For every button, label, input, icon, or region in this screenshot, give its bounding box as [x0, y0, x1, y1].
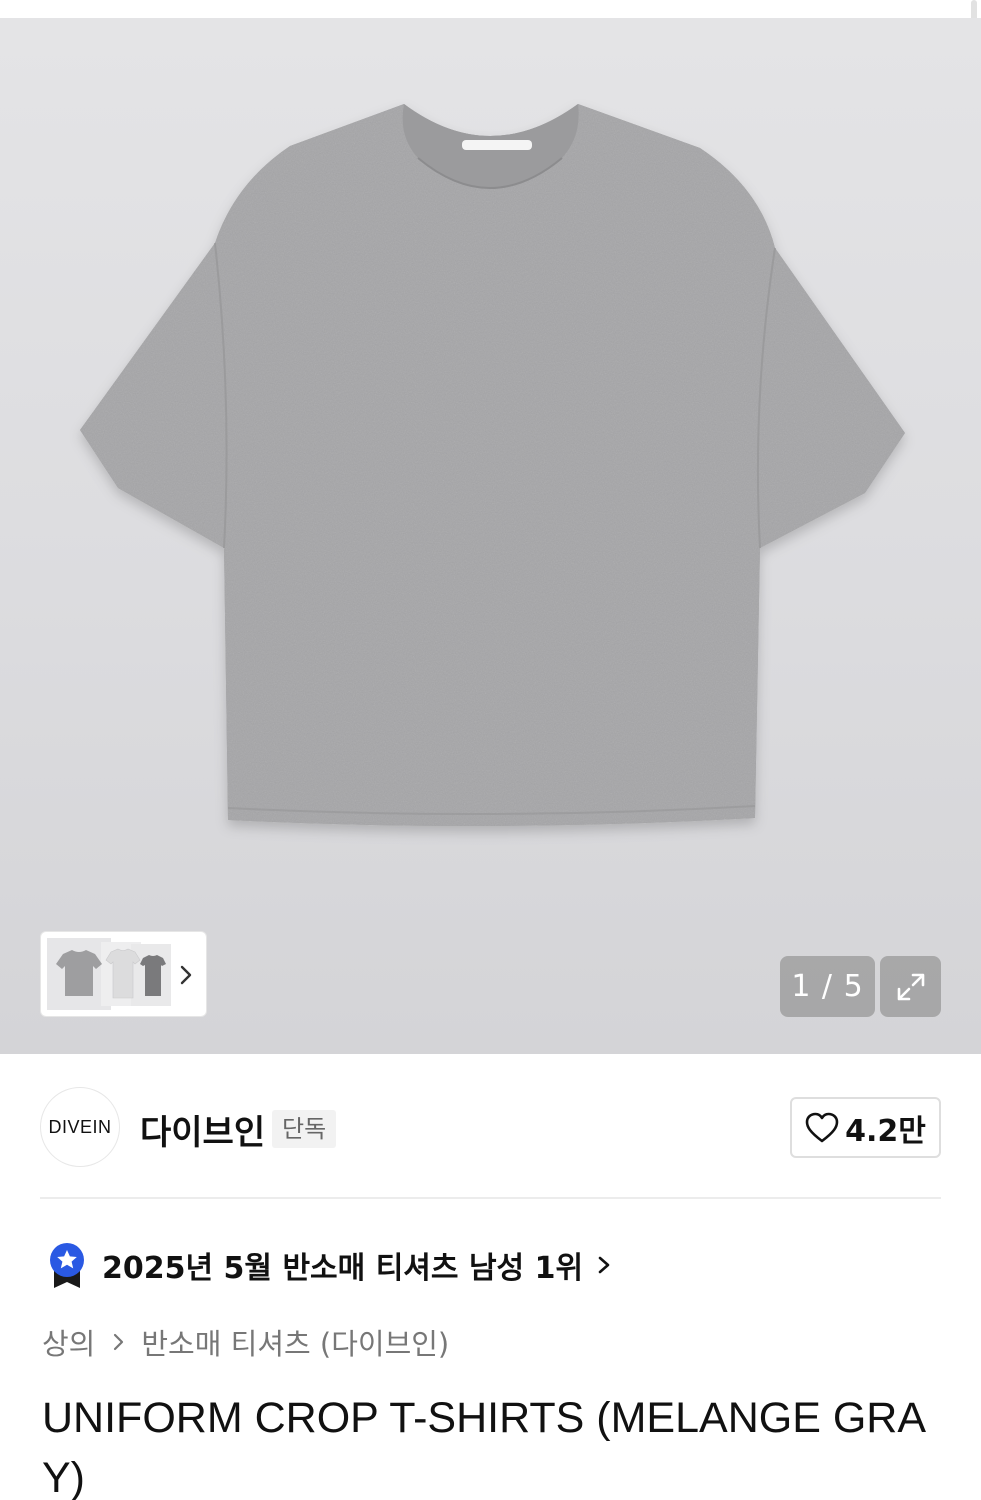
ranking-text: 2025년 5월 반소매 티셔츠 남성 1위 [102, 1251, 584, 1286]
fullscreen-button[interactable] [880, 956, 941, 1017]
image-counter: 1 / 5 [780, 956, 875, 1017]
brand-name[interactable]: 다이브인 [140, 1105, 265, 1154]
breadcrumb: 상의 반소매 티셔츠 (다이브인) [42, 1322, 449, 1362]
like-count: 4.2만 [845, 1113, 926, 1149]
product-gallery[interactable]: 1 / 5 [0, 18, 981, 1054]
thumbnail-strip[interactable] [40, 931, 207, 1017]
chevron-right-icon[interactable] [175, 960, 197, 990]
thumbnail-stack[interactable] [47, 938, 171, 1010]
breadcrumb-subcategory[interactable]: 반소매 티셔츠 (다이브인) [141, 1321, 449, 1363]
product-image [80, 104, 905, 827]
brand-row: DIVEIN 다이브인 단독 4.2만 [40, 1087, 941, 1167]
exclusive-badge: 단독 [272, 1110, 337, 1148]
breadcrumb-category[interactable]: 상의 [42, 1321, 95, 1363]
chevron-right-icon [598, 1256, 610, 1274]
divider [40, 1197, 941, 1199]
ranking-badge-icon [50, 1243, 84, 1288]
ranking-banner[interactable]: 2025년 5월 반소매 티셔츠 남성 1위 [42, 1240, 615, 1290]
brand-logo[interactable]: DIVEIN [40, 1087, 120, 1167]
top-strip [0, 0, 981, 18]
chevron-right-icon [114, 1333, 124, 1351]
like-button[interactable]: 4.2만 [790, 1097, 941, 1158]
brand-logo-text: DIVEIN [48, 1116, 112, 1137]
expand-icon [897, 973, 924, 1000]
product-title: UNIFORM CROP T-SHIRTS (MELANGE GRAY) [42, 1394, 926, 1500]
heart-icon [805, 1112, 839, 1142]
